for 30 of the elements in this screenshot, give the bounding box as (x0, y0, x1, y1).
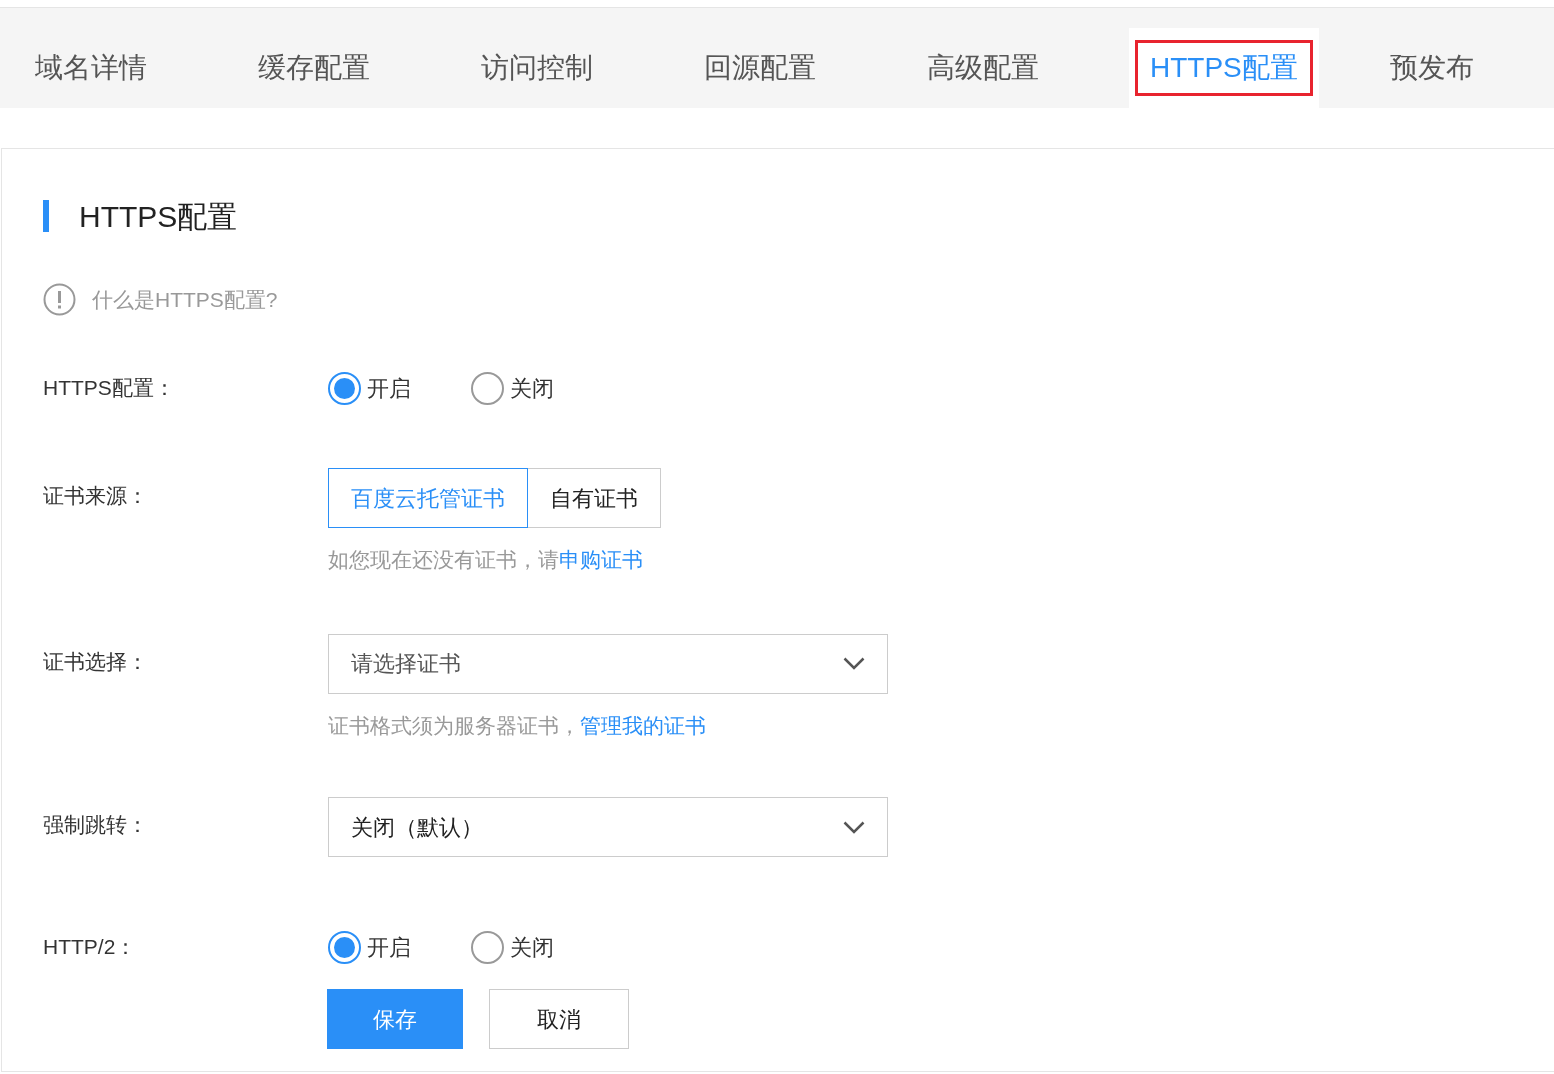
field-label: 强制跳转： (43, 812, 149, 838)
segment-button[interactable]: 自有证书 (527, 468, 661, 528)
cancel-button[interactable]: 取消 (489, 989, 629, 1049)
select-field[interactable]: 关闭（默认） (328, 797, 888, 857)
tab[interactable]: 缓存配置 (243, 28, 385, 108)
chevron-down-icon (843, 657, 865, 670)
tab[interactable]: 回源配置 (689, 28, 831, 108)
radio-button[interactable] (471, 371, 504, 405)
field-label: HTTP/2： (43, 934, 138, 961)
field-label: 证书选择： (43, 648, 149, 675)
radio-option[interactable]: 开启 (328, 930, 411, 964)
radio-option[interactable]: 关闭 (471, 371, 554, 405)
radio-button[interactable] (328, 930, 361, 964)
title-accent-bar (43, 200, 49, 232)
tab[interactable]: 访问控制 (466, 28, 608, 108)
chevron-down-icon (843, 820, 865, 834)
radio-option[interactable]: 关闭 (471, 930, 554, 964)
tab[interactable]: 高级配置 (912, 28, 1054, 108)
radio-button[interactable] (471, 930, 504, 964)
section-title: HTTPS配置 (79, 198, 238, 235)
select-field[interactable]: 请选择证书 (328, 633, 888, 694)
hint-text: 证书格式须为服务器证书，管理我的证书 (328, 712, 707, 739)
field-label: 证书来源： (43, 483, 149, 509)
tab[interactable]: 预发布 (1374, 28, 1489, 108)
radio-option[interactable]: 开启 (328, 371, 411, 405)
radio-button[interactable] (328, 371, 361, 405)
tab[interactable]: 域名详情 (20, 28, 162, 108)
field-label: HTTPS配置： (43, 375, 176, 402)
info-icon (43, 283, 76, 316)
hint-text: 如您现在还没有证书，请申购证书 (328, 547, 644, 573)
